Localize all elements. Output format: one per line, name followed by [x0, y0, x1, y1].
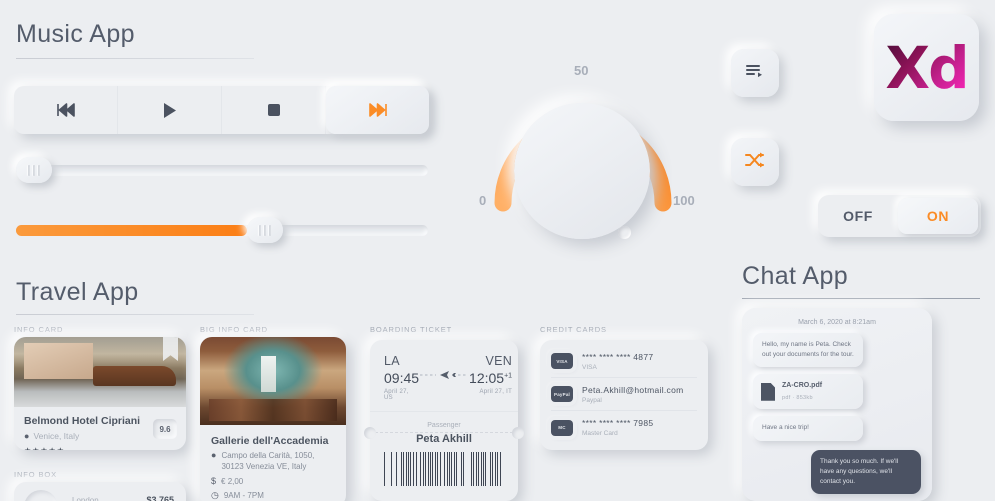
- progress-slider-knob[interactable]: [16, 157, 52, 183]
- ui-kit-page: Music App 50 0 100 Xd OFF ON Travel App …: [0, 0, 995, 501]
- chat-message-outgoing: Thank you so much. If we'll have any que…: [811, 450, 921, 494]
- clock-icon: ◷: [211, 491, 219, 500]
- ticket-to-time: 12:05+1: [469, 370, 512, 386]
- next-button[interactable]: [326, 86, 429, 134]
- hotel-star-rating: ★★★★★: [24, 446, 176, 450]
- label-info-box: INFO BOX: [14, 470, 57, 479]
- label-info-card: INFO CARD: [14, 325, 63, 334]
- chat-message-incoming: Have a nice trip!: [753, 416, 863, 440]
- ticket-from-time: 09:45: [384, 370, 419, 386]
- location-pin-icon: ●: [211, 451, 216, 460]
- label-boarding-ticket: BOARDING TICKET: [370, 325, 452, 334]
- passenger-label: Passenger: [370, 422, 518, 429]
- museum-price: € 2,00: [221, 477, 243, 488]
- credit-card-number: Peta.Akhill@hotmail.com: [582, 385, 684, 395]
- toggle-on-label[interactable]: ON: [898, 198, 978, 234]
- label-credit-cards: CREDIT CARDS: [540, 325, 607, 334]
- ticket-to-code: VEN: [469, 354, 512, 368]
- credit-card-number: **** **** **** 4877: [582, 352, 653, 362]
- skip-forward-icon: [368, 103, 388, 117]
- play-icon: [162, 102, 178, 119]
- pdf-file-icon: [761, 383, 775, 401]
- ticket-perforation: [370, 432, 518, 433]
- museum-big-info-card[interactable]: Gallerie dell'Accademia ● Campo della Ca…: [200, 337, 346, 501]
- page-title-travel: Travel App: [16, 278, 139, 307]
- credit-card-row[interactable]: MC **** **** **** 7985 Master Card: [551, 411, 697, 444]
- hotel-location: Venice, Italy: [33, 431, 79, 441]
- mastercard-icon: MC: [551, 420, 573, 436]
- divider-travel: [16, 314, 254, 315]
- hotel-info-card[interactable]: Belmond Hotel Cipriani ● Venice, Italy ★…: [14, 337, 186, 450]
- dial-label-min: 0: [479, 193, 486, 208]
- chat-message-file[interactable]: ZA-CRO.pdf pdf · 853kb: [753, 374, 863, 409]
- dollar-icon: $: [211, 477, 216, 486]
- paypal-icon: PayPal: [551, 386, 573, 402]
- shuffle-icon: [745, 152, 765, 173]
- hotel-photo: [14, 337, 186, 407]
- chat-file-name: ZA-CRO.pdf: [782, 381, 822, 392]
- info-box-card[interactable]: London $3,765: [14, 482, 186, 501]
- visa-icon: VISA: [551, 353, 573, 369]
- volume-slider-knob[interactable]: [247, 217, 283, 243]
- credit-card-type: Paypal: [582, 397, 684, 404]
- boarding-ticket-card[interactable]: LA 09:45 April 27, US VEN 12:05+1 April …: [370, 340, 518, 501]
- museum-address-row: ● Campo della Carità, 1050, 30123 Venezi…: [211, 451, 335, 473]
- museum-address-line1: Campo della Carità, 1050,: [221, 451, 314, 460]
- info-box-avatar: [24, 490, 58, 501]
- museum-hours-row: ◷ 9AM - 7PM: [211, 491, 335, 501]
- info-box-price: $3,765: [146, 495, 174, 501]
- chat-panel[interactable]: March 6, 2020 at 8:21am Hello, my name i…: [742, 308, 932, 501]
- credit-card-number: **** **** **** 7985: [582, 418, 653, 428]
- passenger-name: Peta Akhill: [370, 433, 518, 445]
- ticket-from-date: April 27, US: [384, 389, 419, 401]
- dial-label-mid: 50: [574, 63, 588, 78]
- dial-label-max: 100: [673, 193, 695, 208]
- skip-backward-icon: [56, 103, 76, 117]
- dial-face[interactable]: [514, 103, 650, 239]
- chat-message-incoming: Hello, my name is Peta. Check out your d…: [753, 333, 863, 367]
- credit-card-type: Master Card: [582, 430, 653, 437]
- play-button[interactable]: [118, 86, 222, 134]
- credit-card-type: VISA: [582, 364, 653, 371]
- playlist-button[interactable]: [731, 49, 779, 97]
- volume-dial[interactable]: [468, 55, 698, 220]
- toggle-off-label[interactable]: OFF: [818, 208, 898, 224]
- museum-photo: [200, 337, 346, 425]
- divider-music: [16, 58, 254, 59]
- label-big-info-card: BIG INFO CARD: [200, 325, 268, 334]
- volume-slider-fill: [16, 225, 247, 236]
- credit-card-row[interactable]: PayPal Peta.Akhill@hotmail.com Paypal: [551, 378, 697, 411]
- divider-chat: [742, 298, 980, 299]
- stop-icon: [267, 103, 281, 117]
- airplane-icon: [419, 368, 469, 386]
- progress-slider-track[interactable]: [16, 165, 428, 176]
- ticket-from-code: LA: [384, 354, 419, 368]
- bookmark-icon[interactable]: [163, 337, 178, 361]
- ticket-to-date: April 27, IT: [469, 389, 512, 395]
- page-title-music: Music App: [16, 20, 135, 49]
- museum-address-line2: 30123 Venezia VE, Italy: [221, 462, 306, 471]
- stop-button[interactable]: [222, 86, 326, 134]
- chat-timestamp: March 6, 2020 at 8:21am: [742, 308, 932, 326]
- playlist-icon: [745, 64, 765, 83]
- chat-file-meta: pdf · 853kb: [782, 394, 822, 403]
- museum-price-row: $ € 2,00: [211, 477, 335, 488]
- info-box-city: London: [72, 496, 99, 501]
- on-off-toggle[interactable]: OFF ON: [818, 195, 981, 237]
- location-pin-icon: ●: [24, 432, 29, 441]
- museum-name: Gallerie dell'Accademia: [211, 435, 335, 447]
- music-transport-bar[interactable]: [14, 86, 429, 134]
- hotel-score-badge: 9.6: [153, 419, 177, 439]
- adobe-xd-logo-icon: Xd: [885, 39, 967, 97]
- ticket-barcode: [384, 452, 504, 486]
- dial-indicator-dot: [618, 226, 631, 239]
- museum-hours: 9AM - 7PM: [224, 491, 264, 501]
- adobe-xd-app-card[interactable]: Xd: [874, 14, 979, 121]
- ticket-to-time-sup: +1: [504, 372, 512, 379]
- credit-card-row[interactable]: VISA **** **** **** 4877 VISA: [551, 345, 697, 378]
- credit-cards-panel[interactable]: VISA **** **** **** 4877 VISA PayPal Pet…: [540, 340, 708, 450]
- page-title-chat: Chat App: [742, 262, 848, 291]
- previous-button[interactable]: [14, 86, 118, 134]
- shuffle-button[interactable]: [731, 138, 779, 186]
